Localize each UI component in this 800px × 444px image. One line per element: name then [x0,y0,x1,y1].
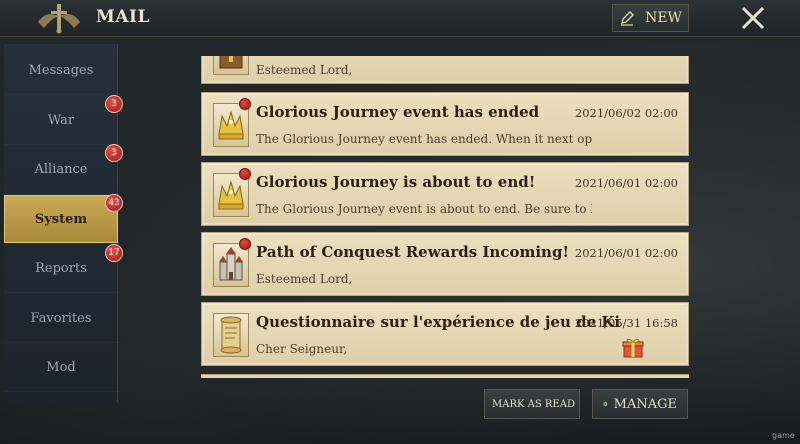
unread-dot-icon [239,238,251,250]
gear-icon [603,401,608,407]
tab-label: Alliance [34,162,88,177]
unread-dot-icon [239,98,251,110]
new-mail-button[interactable]: NEW [612,4,689,32]
mail-list[interactable]: Esteemed Lord, Glorious Journey event ha… [201,56,689,378]
mail-emblem-icon [38,4,80,34]
mail-preview: The Glorious Journey event has ended. Wh… [256,132,592,146]
tab-label: War [47,113,75,128]
tab-messages[interactable]: Messages [4,47,118,95]
scroll-icon [213,313,249,357]
list-bottom-edge [201,374,689,378]
new-mail-label: NEW [645,10,682,26]
mail-item[interactable]: Glorious Journey is about to end! 2021/0… [201,162,689,226]
war-count-badge: 3 [105,95,123,113]
mail-preview: Esteemed Lord, [256,63,353,77]
manage-label: MANAGE [613,396,677,412]
mail-item[interactable]: Questionnaire sur l'expérience de jeu de… [201,302,689,366]
watermark-text: game [772,431,795,440]
tab-favorites[interactable]: Favorites [4,295,118,343]
gift-icon [622,338,644,358]
page-title: MAIL [96,7,150,27]
tab-label: Reports [35,261,87,276]
tab-label: Mod [46,360,76,375]
reports-count-badge: 17 [105,244,123,262]
pencil-icon [621,11,635,26]
tab-war[interactable]: War [4,97,118,145]
tab-label: Favorites [30,311,92,326]
mail-preview: Esteemed Lord, [256,272,353,286]
mail-date: 2021/06/01 02:00 [574,176,678,190]
manage-button[interactable]: MANAGE [592,389,688,419]
tab-alliance[interactable]: Alliance [4,146,118,194]
unread-dot-icon [239,168,251,180]
mark-as-read-button[interactable]: MARK AS READ [484,389,580,419]
mark-as-read-label: MARK AS READ [492,398,575,410]
mail-subject: Glorious Journey event has ended [256,103,540,121]
tab-label: Messages [28,63,94,78]
tab-mod[interactable]: Mod [4,344,118,392]
mail-item[interactable]: Glorious Journey event has ended 2021/06… [201,92,689,156]
reward-chest-icon [213,56,249,75]
mail-subject: Path of Conquest Rewards Incoming! [256,243,570,261]
mail-category-sidebar: Messages War Alliance System Reports Fav… [4,44,118,402]
mail-date: 2021/06/01 02:00 [574,246,678,260]
system-count-badge: 43 [105,194,123,212]
mail-subject: Questionnaire sur l'expérience de jeu de… [256,313,621,331]
mail-preview: The Glorious Journey event is about to e… [256,202,592,216]
tab-reports[interactable]: Reports [4,245,118,293]
mail-preview: Cher Seigneur, [256,342,348,356]
header-bar: MAIL NEW [0,0,800,37]
mail-item[interactable]: Esteemed Lord, [201,56,689,84]
tab-system[interactable]: System [4,195,118,243]
tab-label: System [34,211,88,227]
mail-date: 2021/06/02 02:00 [574,106,678,120]
mail-subject: Glorious Journey is about to end! [256,173,536,191]
mail-date: 2021/05/31 16:58 [574,316,678,330]
mail-item[interactable]: Path of Conquest Rewards Incoming! 2021/… [201,232,689,296]
close-icon[interactable] [738,4,768,32]
alliance-count-badge: 3 [105,144,123,162]
